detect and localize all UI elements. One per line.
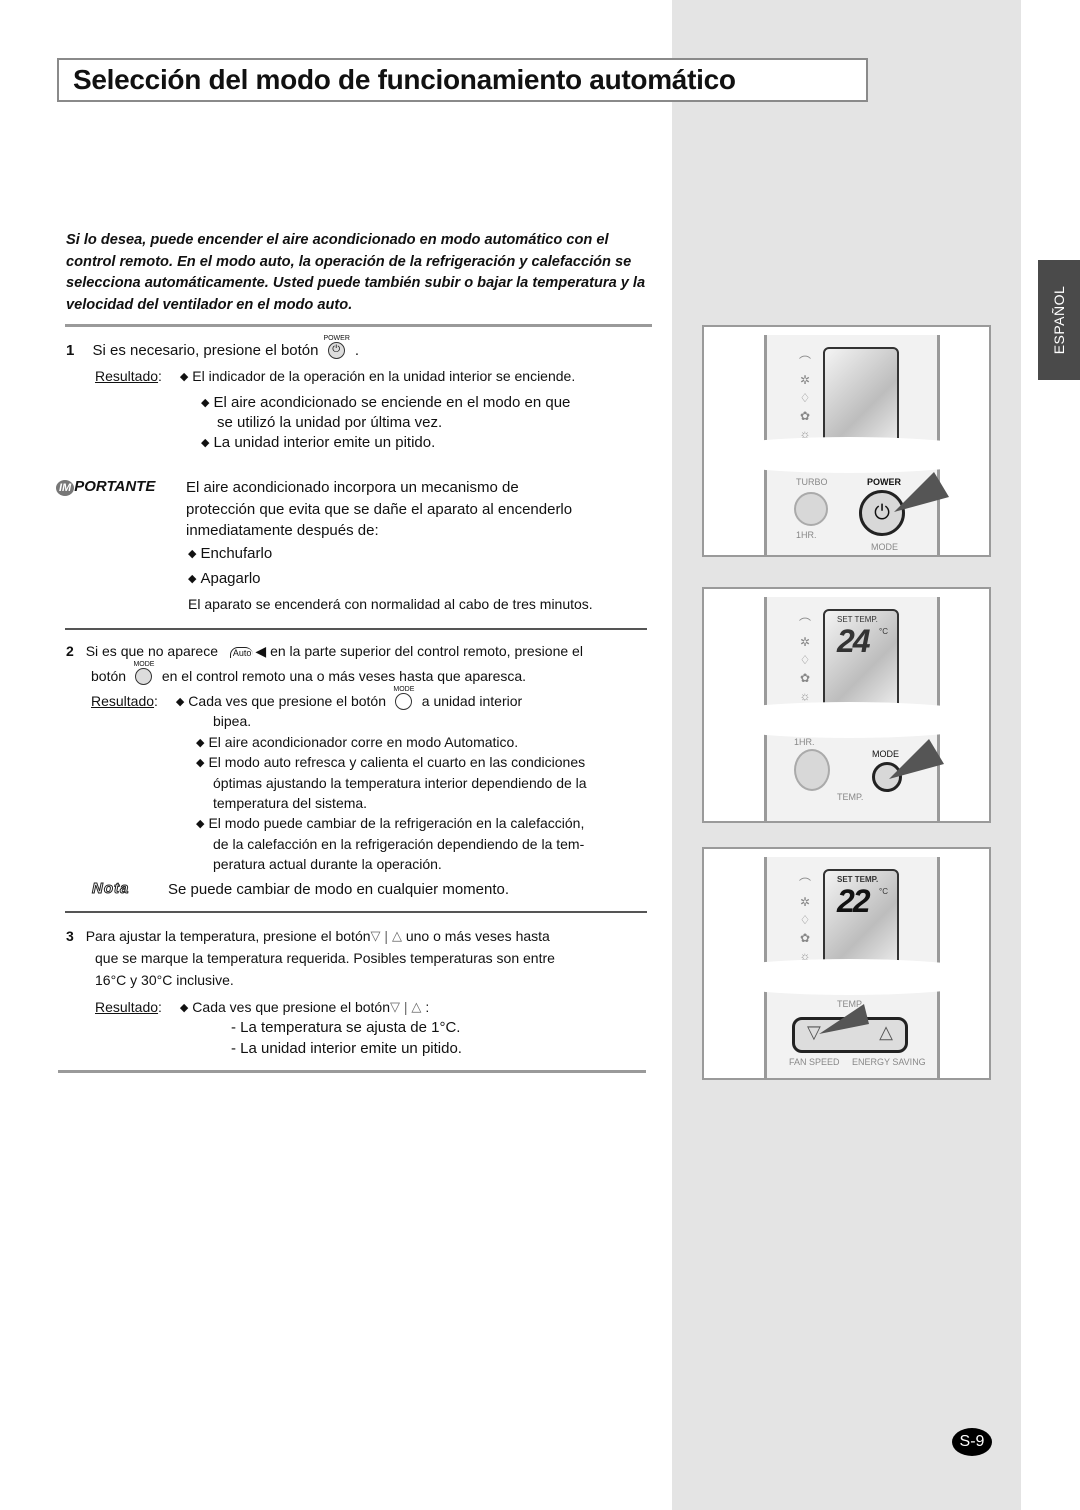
- step3-sub-2: - La unidad interior emite un pitido.: [231, 1040, 462, 1057]
- step2-result-4: ◆ El modo puede cambiar de la refrigeraci…: [196, 815, 585, 831]
- mode-icons: ⌒ ✲ ♢ ✿ ☼: [798, 877, 811, 963]
- important-label: IM PORTANTE: [56, 478, 155, 496]
- separator-icon: |: [403, 999, 408, 1015]
- mode-button-icon: MODE: [133, 661, 155, 688]
- divider: [65, 324, 652, 327]
- note-label: Nota: [91, 880, 130, 898]
- important-bullet-2: ◆ Apagarlo: [188, 570, 261, 587]
- remote-display: SET TEMP. 22 °C: [823, 869, 899, 971]
- mode-icons: ⌒ ✲ ♢ ✿ ☼: [798, 355, 811, 441]
- mode-button-icon: MODE: [393, 686, 415, 713]
- figure-mode-button: ⌒ ✲ ♢ ✿ ☼ SET TEMP. 24 °C 1HR. MODE TEMP.: [702, 587, 991, 823]
- remote-display: [823, 347, 899, 449]
- temp-up-icon: △: [391, 928, 402, 943]
- step1-line: 1 Si es necesario, presione el botón POW…: [66, 335, 359, 362]
- indicator-arrow-icon: ◀: [255, 643, 267, 659]
- pointer-arrow-icon: [819, 1004, 869, 1034]
- language-tab: ESPAÑOL: [1038, 260, 1080, 380]
- important-bullet-1: ◆ Enchufarlo: [188, 545, 273, 562]
- note-text: Se puede cambiar de modo en cualquier mo…: [168, 881, 510, 898]
- step1-result-2b: se utilizó la unidad por última vez.: [217, 414, 443, 431]
- temperature-readout: 22: [837, 883, 871, 919]
- divider: [65, 911, 647, 913]
- temp-up-icon: △: [411, 999, 422, 1014]
- cut-wave: [704, 437, 989, 473]
- step2-result-2: ◆ El aire acondicionador corre en modo Au…: [196, 734, 519, 750]
- remote-display: SET TEMP. 24 °C: [823, 609, 899, 711]
- step3-line-2: que se marque la temperatura requerida. …: [95, 950, 555, 966]
- step-number: 1: [66, 341, 75, 359]
- timer-label: 1HR.: [794, 737, 815, 747]
- important-footer: El aparato se encenderá con normalidad a…: [188, 596, 593, 612]
- step2-line-2: botón MODE en el control remoto una o má…: [91, 661, 526, 688]
- step3-line-3: 16°C y 30°C inclusive.: [95, 972, 234, 988]
- temp-down-icon: ▽: [370, 928, 381, 943]
- temp-up-icon: △: [879, 1022, 893, 1042]
- pointer-arrow-icon: [889, 739, 944, 779]
- step3-line-1: 3 Para ajustar la temperatura, presione …: [66, 928, 550, 944]
- temp-unit: °C: [879, 627, 888, 636]
- divider: [65, 628, 647, 630]
- figure-power-button: ⌒ ✲ ♢ ✿ ☼ TURBO POWER ⏻ 1HR. MODE: [702, 325, 991, 557]
- step2-result-3c: temperatura del sistema.: [213, 795, 368, 811]
- title-box: Selección del modo de funcionamiento aut…: [57, 58, 868, 102]
- step1-result-3: ◆ La unidad interior emite un pitido.: [201, 434, 436, 451]
- step2-result-1b: bipea.: [213, 713, 252, 729]
- step2-result-1: Resultado: ◆ Cada ves que presione el bot…: [91, 686, 522, 713]
- step1-result-2: ◆ El aire acondicionado se enciende en el…: [201, 394, 571, 411]
- cut-wave: [704, 702, 989, 738]
- temp-label: TEMP.: [837, 792, 864, 802]
- auto-mode-icon: Auto: [229, 647, 254, 658]
- turbo-button: [794, 492, 828, 526]
- intro-paragraph: Si lo desea, puede encender el aire acon…: [66, 232, 646, 313]
- temp-unit: °C: [879, 887, 888, 896]
- step2-result-4b: de la calefacción en la refrigeración de…: [213, 836, 585, 852]
- timer-label: 1HR.: [796, 530, 817, 540]
- separator-icon: |: [384, 928, 389, 944]
- turbo-label: TURBO: [796, 477, 828, 487]
- step2-result-4c: peratura actual durante la operación.: [213, 856, 442, 872]
- temperature-readout: 24: [837, 623, 871, 659]
- step2-result-3: ◆ El modo auto refresca y calienta el cua…: [196, 754, 586, 770]
- power-button-icon: POWER ⏻: [323, 335, 350, 362]
- language-label: ESPAÑOL: [1051, 285, 1067, 355]
- pointer-arrow-icon: [894, 472, 949, 512]
- important-line-1: El aire acondicionado incorpora un mecan…: [186, 479, 519, 496]
- timer-button: [794, 749, 830, 791]
- page-title: Selección del modo de funcionamiento aut…: [73, 64, 736, 95]
- step3-sub-1: - La temperatura se ajusta de 1°C.: [231, 1019, 461, 1036]
- page-number: S-9: [952, 1428, 992, 1456]
- mode-label: MODE: [871, 542, 898, 552]
- divider: [58, 1070, 646, 1073]
- step3-result: Resultado: ◆ Cada ves que presione el bot…: [95, 999, 430, 1015]
- important-line-2: protección que evita que se dañe el apar…: [186, 501, 573, 518]
- important-line-3: inmediatamente después de:: [186, 522, 379, 539]
- cut-wave: [704, 959, 989, 995]
- figure-temp-buttons: ⌒ ✲ ♢ ✿ ☼ SET TEMP. 22 °C TEMP. ▽ △ FAN SPEE…: [702, 847, 991, 1080]
- temp-down-icon: ▽: [390, 999, 400, 1014]
- step1-result-1: Resultado: ◆ El indicador de la operación…: [95, 368, 576, 384]
- step2-result-3b: óptimas ajustando la temperatura interio…: [213, 775, 587, 791]
- mode-icons: ⌒ ✲ ♢ ✿ ☼: [798, 617, 811, 703]
